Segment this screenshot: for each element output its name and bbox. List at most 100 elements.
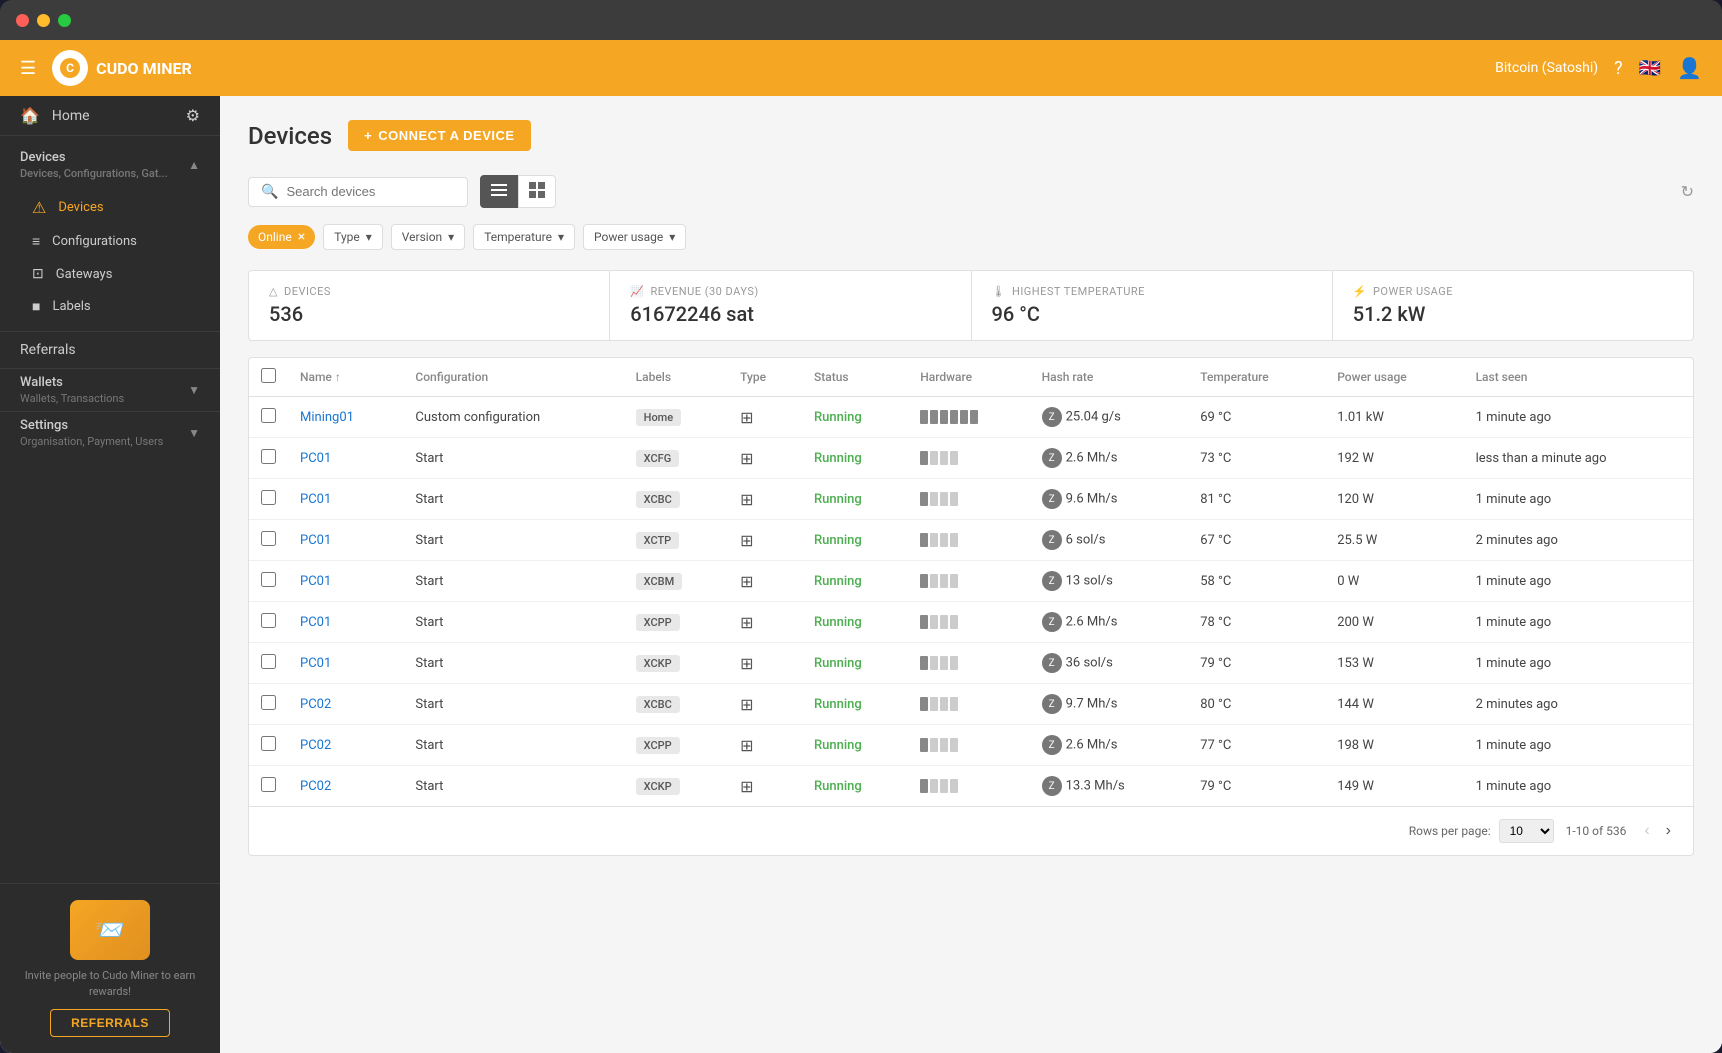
refresh-button[interactable]: ↻ [1681,182,1694,202]
rows-per-page: Rows per page: 10 25 50 100 [1409,819,1554,843]
online-filter-tag[interactable]: Online × [248,225,315,249]
device-name[interactable]: PC01 [288,602,403,643]
row-checkbox[interactable] [261,654,276,669]
online-filter-close[interactable]: × [298,229,305,245]
device-temperature: 79 °C [1188,766,1325,807]
row-checkbox[interactable] [261,572,276,587]
collapse-icon[interactable]: ▲ [188,158,200,172]
logo-icon: C [52,50,88,86]
device-config: Start [403,479,623,520]
sidebar-labels-label: Labels [52,299,90,314]
connect-device-button[interactable]: + CONNECT A DEVICE [348,120,530,151]
row-checkbox[interactable] [261,613,276,628]
version-filter-label: Version [402,230,442,244]
pagination: Rows per page: 10 25 50 100 1-10 of 536 … [249,806,1693,855]
rows-per-page-label: Rows per page: [1409,824,1491,838]
device-name[interactable]: PC01 [288,438,403,479]
list-view-button[interactable] [480,175,518,208]
sidebar-devices-header[interactable]: Devices Devices, Configurations, Gat... … [0,144,220,186]
select-all-checkbox[interactable] [261,368,276,383]
sidebar-item-labels[interactable]: ■ Labels [0,290,220,323]
version-filter[interactable]: Version ▾ [391,224,465,250]
temperature-filter[interactable]: Temperature ▾ [473,224,575,250]
grid-view-button[interactable] [518,175,556,208]
device-hardware [908,725,1029,766]
search-input[interactable] [286,184,455,199]
row-checkbox[interactable] [261,531,276,546]
page-info: 1-10 of 536 [1566,824,1627,838]
power-usage-filter[interactable]: Power usage ▾ [583,224,686,250]
wallets-chevron-icon[interactable]: ▼ [188,383,200,397]
row-checkbox[interactable] [261,777,276,792]
devices-table: Name ↑ Configuration Labels Type Status … [249,358,1693,806]
menu-icon[interactable]: ☰ [20,58,36,79]
device-name[interactable]: PC01 [288,643,403,684]
configurations-icon: ≡ [32,233,40,250]
power-stat-icon: ⚡ [1353,285,1367,298]
name-column-header[interactable]: Name ↑ [300,370,391,384]
device-status: Running [802,766,908,807]
device-status: Running [802,602,908,643]
device-power: 198 W [1325,725,1463,766]
main-content: Devices + CONNECT A DEVICE 🔍 [220,96,1722,1053]
device-power: 1.01 kW [1325,397,1463,438]
settings-icon[interactable]: ⚙ [186,106,200,125]
language-icon[interactable]: 🇬🇧 [1639,58,1661,79]
sidebar-wallets-section[interactable]: Wallets Wallets, Transactions ▼ [0,368,220,411]
version-filter-chevron: ▾ [448,230,454,244]
sidebar-item-gateways[interactable]: ⊡ Gateways [0,258,220,290]
labels-column-header: Labels [624,358,728,397]
device-name[interactable]: PC02 [288,684,403,725]
row-checkbox[interactable] [261,695,276,710]
help-icon[interactable]: ? [1614,58,1623,79]
device-config: Custom configuration [403,397,623,438]
device-type: ⊞ [728,438,802,479]
connect-btn-label: CONNECT A DEVICE [378,128,514,143]
device-hardware [908,479,1029,520]
row-checkbox[interactable] [261,736,276,751]
device-name[interactable]: PC01 [288,561,403,602]
devices-table-container: Name ↑ Configuration Labels Type Status … [248,357,1694,856]
referral-illustration: 📨 [70,900,150,960]
device-name[interactable]: PC01 [288,520,403,561]
search-box[interactable]: 🔍 [248,177,468,207]
close-button[interactable] [16,14,29,27]
minimize-button[interactable] [37,14,50,27]
settings-nav-chevron-icon[interactable]: ▼ [188,426,200,440]
sidebar-item-referrals[interactable]: Referrals [0,331,220,368]
device-type: ⊞ [728,602,802,643]
titlebar [0,0,1722,40]
sidebar-item-devices[interactable]: ⚠ Devices [0,190,220,225]
device-temperature: 73 °C [1188,438,1325,479]
rows-per-page-select[interactable]: 10 25 50 100 [1499,819,1554,843]
device-name[interactable]: PC02 [288,725,403,766]
user-icon[interactable]: 👤 [1677,56,1702,80]
row-checkbox[interactable] [261,490,276,505]
device-name[interactable]: PC02 [288,766,403,807]
maximize-button[interactable] [58,14,71,27]
row-checkbox[interactable] [261,408,276,423]
next-page-button[interactable]: › [1660,820,1677,842]
device-name[interactable]: Mining01 [288,397,403,438]
sidebar-settings-section[interactable]: Settings Organisation, Payment, Users ▼ [0,411,220,454]
sidebar-subnav: ⚠ Devices ≡ Configurations ⊡ Gateways ■ … [0,186,220,327]
sidebar-wallets-label: Wallets [20,375,124,390]
referrals-button[interactable]: REFERRALS [50,1009,170,1037]
sidebar-home-row: 🏠 Home ⚙ [0,96,220,136]
device-name[interactable]: PC01 [288,479,403,520]
stat-temperature: 🌡 HIGHEST TEMPERATURE 96 °C [972,271,1333,340]
device-hashrate: Z6 sol/s [1030,520,1189,561]
prev-page-button[interactable]: ‹ [1638,820,1655,842]
device-type: ⊞ [728,561,802,602]
table-row: PC02 Start XCKP ⊞ Running Z13.3 Mh/s 79 … [249,766,1693,807]
device-hashrate: Z2.6 Mh/s [1030,725,1189,766]
sidebar-home-label[interactable]: Home [52,108,90,124]
devices-stat-value: 536 [269,302,589,326]
type-filter[interactable]: Type ▾ [323,224,383,250]
row-checkbox[interactable] [261,449,276,464]
device-type: ⊞ [728,479,802,520]
device-hardware [908,643,1029,684]
stats-row: △ DEVICES 536 📈 REVENUE (30 DAYS) 616722… [248,270,1694,341]
table-row: PC02 Start XCBC ⊞ Running Z9.7 Mh/s 80 °… [249,684,1693,725]
sidebar-item-configurations[interactable]: ≡ Configurations [0,225,220,258]
